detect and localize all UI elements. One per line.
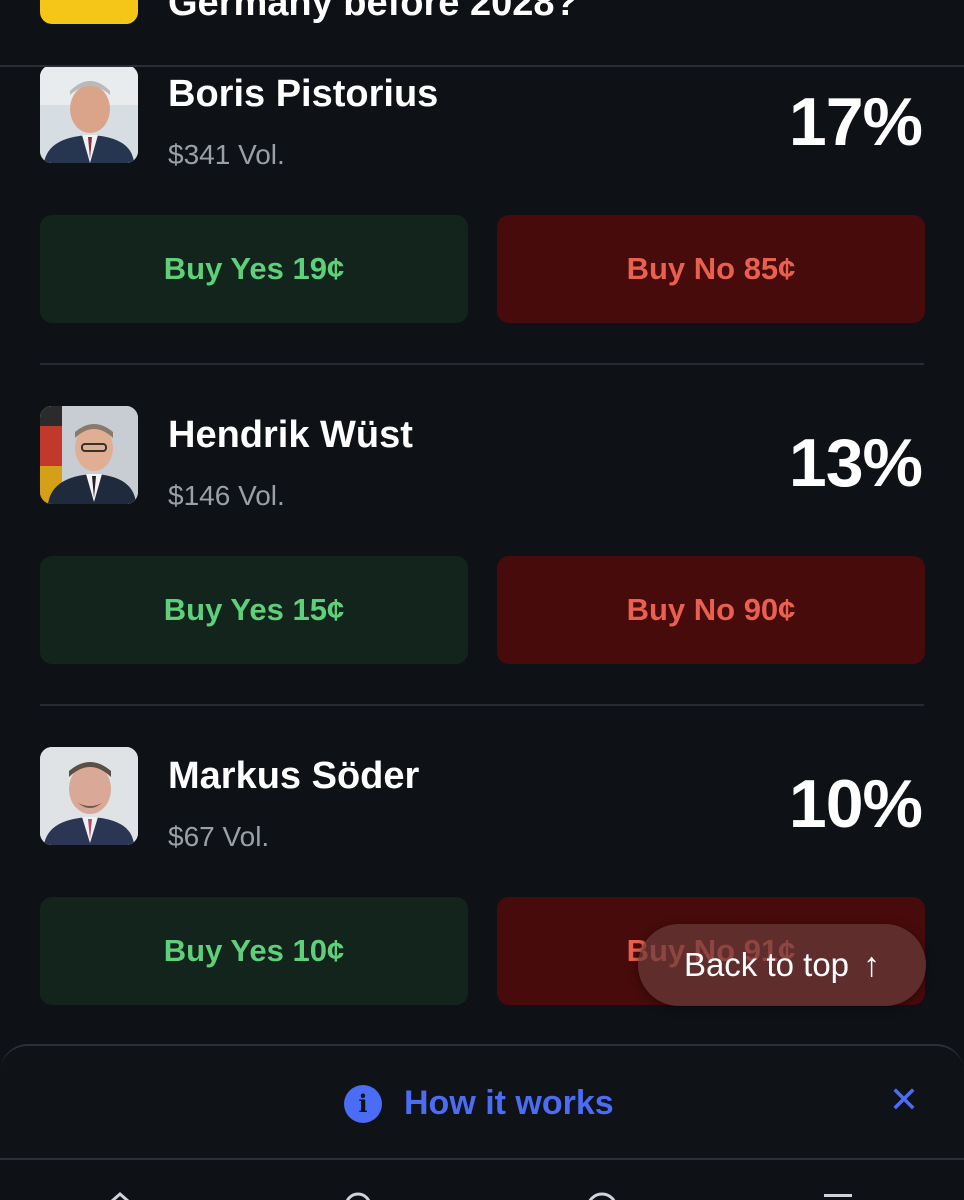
outcome-row: Boris Pistorius $341 Vol. 17% Buy Yes 19… [0, 65, 964, 365]
market-header: Germany before 2028? [0, 0, 964, 67]
close-icon[interactable]: ✕ [884, 1079, 924, 1120]
home-icon[interactable] [100, 1188, 140, 1200]
avatar [40, 65, 138, 163]
buy-no-button[interactable]: Buy No 90¢ [497, 556, 925, 664]
outcome-probability: 13% [788, 425, 923, 501]
outcome-volume: $146 Vol. [168, 480, 285, 511]
outcome-name: Markus Söder [168, 755, 420, 797]
market-title: Germany before 2028? [168, 0, 578, 24]
back-to-top-button[interactable]: Back to top ↑ [638, 924, 926, 1006]
divider [40, 704, 924, 706]
market-page: Germany before 2028? Boris Pistorius $34… [0, 0, 964, 1200]
outcome-volume: $67 Vol. [168, 821, 270, 852]
outcome-probability: 10% [788, 766, 923, 842]
outcome-row: Hendrik Wüst $146 Vol. 13% Buy Yes 15¢ B… [0, 406, 964, 706]
avatar [40, 747, 138, 845]
menu-icon[interactable] [818, 1188, 858, 1200]
activity-icon[interactable] [582, 1188, 622, 1200]
outcome-volume: $341 Vol. [168, 139, 285, 170]
arrow-up-icon: ↑ [863, 945, 881, 984]
bottom-nav [0, 1158, 964, 1200]
market-thumbnail-icon[interactable] [40, 0, 138, 24]
how-it-works-label: How it works [404, 1084, 614, 1122]
how-it-works-link[interactable]: i How it works [344, 1084, 614, 1123]
how-it-works-banner: i How it works ✕ [0, 1044, 964, 1158]
buy-yes-button[interactable]: Buy Yes 19¢ [40, 215, 468, 323]
avatar [40, 406, 138, 504]
outcome-name: Boris Pistorius [168, 73, 439, 115]
divider [40, 363, 924, 365]
info-icon: i [344, 1084, 382, 1123]
outcome-name: Hendrik Wüst [168, 414, 413, 456]
buy-yes-button[interactable]: Buy Yes 15¢ [40, 556, 468, 664]
back-to-top-label: Back to top [683, 946, 850, 983]
outcome-probability: 17% [788, 84, 923, 160]
buy-no-button[interactable]: Buy No 85¢ [497, 215, 925, 323]
buy-yes-button[interactable]: Buy Yes 10¢ [40, 897, 468, 1005]
search-icon[interactable] [338, 1188, 378, 1200]
